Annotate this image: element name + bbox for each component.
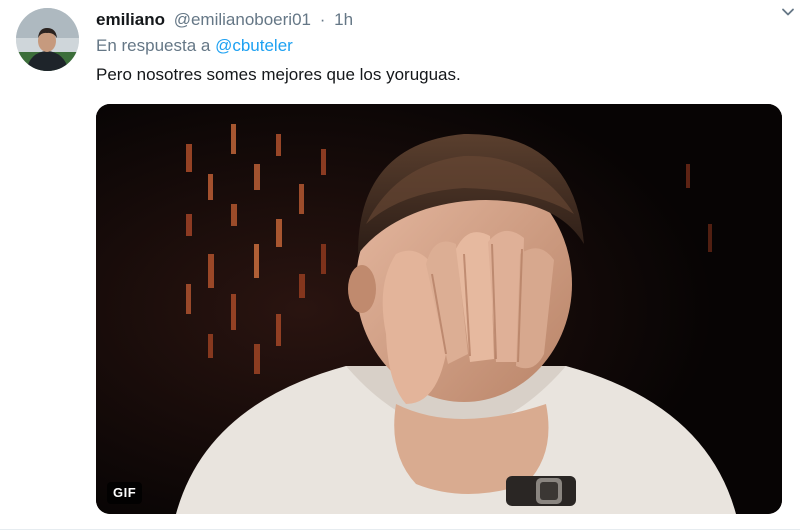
timestamp[interactable]: 1h bbox=[334, 10, 353, 29]
tweet-text: Pero nosotres somes mejores que los yoru… bbox=[96, 65, 461, 84]
separator-dot: · bbox=[319, 10, 326, 29]
reply-prefix: En respuesta a bbox=[96, 36, 216, 55]
reply-context: En respuesta a @cbuteler bbox=[96, 34, 784, 58]
tweet-content: emiliano @emilianoboeri01 · 1h En respue… bbox=[96, 8, 784, 88]
tweet-header: emiliano @emilianoboeri01 · 1h bbox=[96, 8, 784, 32]
user-handle[interactable]: @emilianoboeri01 bbox=[174, 10, 311, 29]
gif-frame-image bbox=[96, 104, 782, 514]
reply-to-handle[interactable]: @cbuteler bbox=[215, 36, 293, 55]
chevron-down-icon[interactable] bbox=[780, 4, 796, 20]
tweet[interactable]: emiliano @emilianoboeri01 · 1h En respue… bbox=[0, 0, 800, 530]
gif-badge: GIF bbox=[107, 482, 143, 504]
avatar-image bbox=[16, 8, 79, 71]
display-name[interactable]: emiliano bbox=[96, 10, 165, 29]
gif-media[interactable]: GIF bbox=[96, 104, 782, 514]
avatar[interactable] bbox=[16, 8, 79, 71]
